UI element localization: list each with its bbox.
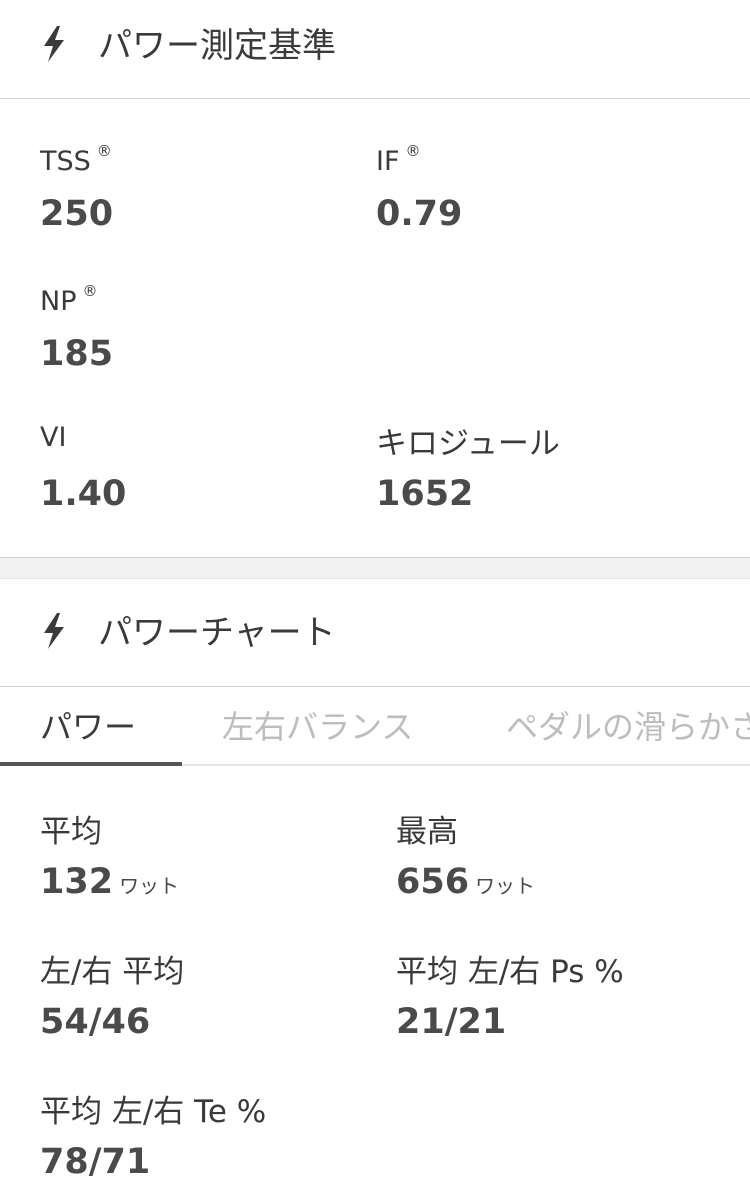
if-value: 0.79 xyxy=(376,194,463,234)
tab-lr-balance[interactable]: 左右バランス xyxy=(222,702,413,748)
unit-label: ワット xyxy=(475,874,536,898)
max-value: 656 ワット xyxy=(396,862,536,902)
vi-label: VI xyxy=(40,422,67,453)
registered-mark: ® xyxy=(405,142,421,160)
avg-lr-te-value: 78/71 xyxy=(40,1142,151,1182)
divider xyxy=(0,98,750,99)
avg-lr-ps-label: 平均 左/右 Ps % xyxy=(396,954,624,990)
avg-value: 132 ワット xyxy=(40,862,180,902)
section-title: パワー測定基準 xyxy=(98,26,336,66)
registered-mark: ® xyxy=(82,282,98,300)
power-metrics-header: パワー測定基準 xyxy=(0,0,750,98)
kilojoules-value: 1652 xyxy=(376,474,474,514)
tab-pedal-smoothness[interactable]: ペダルの滑らかさ xyxy=(506,702,750,748)
divider xyxy=(0,686,750,687)
power-chart-header: パワーチャート xyxy=(0,579,750,686)
vi-value: 1.40 xyxy=(40,474,127,514)
np-label: NP ® xyxy=(40,282,98,317)
tab-active-indicator xyxy=(0,762,182,766)
kilojoules-label: キロジュール xyxy=(376,426,560,462)
if-label: IF ® xyxy=(376,142,421,177)
lightning-bolt-icon xyxy=(44,26,64,62)
chart-tabs: パワー 左右バランス ペダルの滑らかさ xyxy=(0,688,750,766)
avg-lr-te-label: 平均 左/右 Te % xyxy=(40,1094,267,1130)
lr-avg-label: 左/右 平均 xyxy=(40,954,185,990)
tss-label: TSS ® xyxy=(40,142,112,177)
np-value: 185 xyxy=(40,334,114,374)
tab-power[interactable]: パワー xyxy=(40,702,136,748)
section-title: パワーチャート xyxy=(98,613,336,653)
unit-label: ワット xyxy=(119,874,180,898)
avg-lr-ps-value: 21/21 xyxy=(396,1002,507,1042)
lightning-bolt-icon xyxy=(44,613,64,649)
section-gap xyxy=(0,558,750,578)
lr-avg-value: 54/46 xyxy=(40,1002,151,1042)
avg-label: 平均 xyxy=(40,814,102,850)
tss-value: 250 xyxy=(40,194,114,234)
max-label: 最高 xyxy=(396,814,458,850)
registered-mark: ® xyxy=(96,142,112,160)
